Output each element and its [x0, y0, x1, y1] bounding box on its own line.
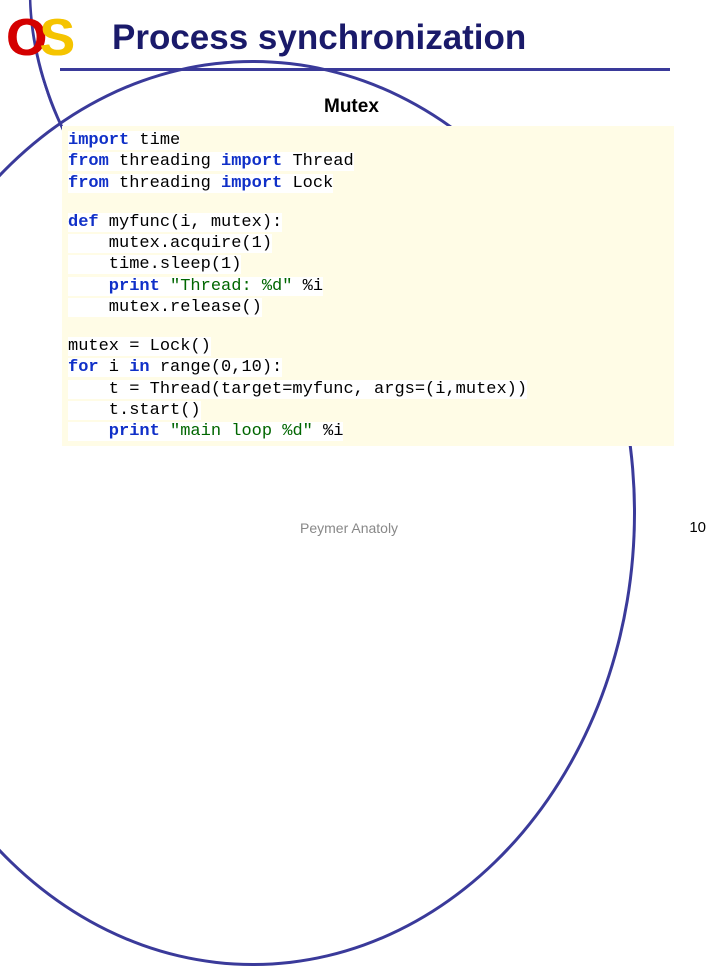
- code-line: def myfunc(i, mutex):: [68, 212, 668, 233]
- code-line: import time: [68, 130, 668, 151]
- footer-author: Peymer Anatoly: [300, 520, 398, 536]
- code-line: print "main loop %d" %i: [68, 421, 668, 442]
- code-line: t = Thread(target=myfunc, args=(i,mutex)…: [68, 379, 668, 400]
- code-block: import time from threading import Thread…: [62, 126, 674, 446]
- code-line: t.start(): [68, 400, 668, 421]
- code-line: for i in range(0,10):: [68, 357, 668, 378]
- os-logo: OS: [6, 8, 71, 68]
- section-subtitle: Mutex: [318, 96, 385, 118]
- logo-letter-o: O: [6, 9, 43, 67]
- code-line: print "Thread: %d" %i: [68, 276, 668, 297]
- code-line: mutex = Lock(): [68, 336, 668, 357]
- code-line: time.sleep(1): [68, 254, 668, 275]
- title-underline: [60, 68, 670, 71]
- code-line: mutex.acquire(1): [68, 233, 668, 254]
- logo-letter-s: S: [39, 9, 71, 67]
- page-title: Process synchronization: [112, 18, 526, 58]
- blank-line: [68, 318, 668, 336]
- page-number: 10: [689, 519, 706, 536]
- code-line: from threading import Lock: [68, 173, 668, 194]
- blank-line: [68, 194, 668, 212]
- code-line: mutex.release(): [68, 297, 668, 318]
- code-line: from threading import Thread: [68, 151, 668, 172]
- slide: OS Process synchronization Mutex import …: [0, 0, 720, 540]
